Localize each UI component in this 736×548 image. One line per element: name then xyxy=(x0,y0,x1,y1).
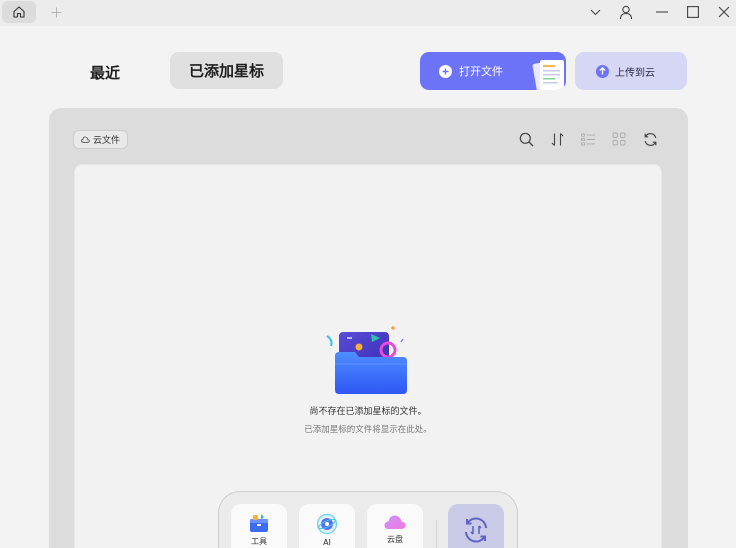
upload-to-cloud-button[interactable]: 上传到云 xyxy=(575,52,687,90)
search-icon xyxy=(519,132,533,146)
empty-state-title: 尚不存在已添加星标的文件。 xyxy=(309,407,427,417)
ai-icon xyxy=(316,513,338,535)
new-tab-button[interactable] xyxy=(46,2,66,22)
toolbox-icon xyxy=(250,514,268,532)
empty-folder-icon xyxy=(326,326,407,394)
refresh-icon xyxy=(644,132,656,146)
chevron-down-icon xyxy=(590,9,600,15)
close-icon xyxy=(718,6,730,18)
plus-icon xyxy=(51,7,61,17)
close-button[interactable] xyxy=(713,2,735,22)
cloud-icon xyxy=(384,515,406,529)
dock-item-cloud-drive[interactable]: 云盘 xyxy=(367,504,423,548)
maximize-button[interactable] xyxy=(682,2,704,22)
minimize-button[interactable] xyxy=(651,2,673,22)
sort-button[interactable] xyxy=(547,129,567,149)
search-button[interactable] xyxy=(516,129,536,149)
empty-state-subtitle: 已添加星标的文件将显示在此处。 xyxy=(304,425,432,435)
home-icon xyxy=(13,6,25,18)
tab-starred[interactable]: 已添加星标 xyxy=(170,52,283,89)
documents-illustration-icon xyxy=(532,60,564,90)
sort-icon xyxy=(551,132,563,146)
tab-recent-label: 最近 xyxy=(89,63,120,82)
grid-view-icon xyxy=(612,132,626,146)
dock-sync-button[interactable] xyxy=(448,504,504,548)
cloud-files-chip[interactable]: 云文件 xyxy=(73,130,128,149)
dock-item-tools[interactable]: 工具 xyxy=(231,504,287,548)
home-tab[interactable] xyxy=(2,1,36,23)
tab-starred-label: 已添加星标 xyxy=(188,62,264,80)
sync-icon xyxy=(465,517,487,543)
open-file-button[interactable]: 打开文件 xyxy=(420,52,566,90)
dock-item-ai-label: AI xyxy=(323,538,331,547)
dock-item-ai[interactable]: AI xyxy=(299,504,355,548)
cloud-outline-icon xyxy=(81,136,90,143)
account-button[interactable] xyxy=(615,2,637,22)
maximize-icon xyxy=(687,6,699,18)
dock-divider xyxy=(436,520,437,548)
title-bar xyxy=(0,0,736,26)
dock-item-cloud-drive-label: 云盘 xyxy=(387,535,403,544)
list-view-button[interactable] xyxy=(578,129,598,149)
user-icon xyxy=(619,5,633,19)
list-view-icon xyxy=(580,133,595,145)
refresh-button[interactable] xyxy=(640,129,660,149)
cloud-files-label: 云文件 xyxy=(92,136,120,146)
open-file-label: 打开文件 xyxy=(459,65,503,78)
upload-arrow-icon xyxy=(596,64,609,78)
upload-label: 上传到云 xyxy=(615,67,655,79)
plus-circle-icon xyxy=(439,64,452,78)
dock-item-tools-label: 工具 xyxy=(251,537,267,546)
dropdown-button[interactable] xyxy=(584,2,606,22)
grid-view-button[interactable] xyxy=(609,129,629,149)
minimize-icon xyxy=(656,11,668,13)
tab-recent[interactable]: 最近 xyxy=(73,54,137,90)
